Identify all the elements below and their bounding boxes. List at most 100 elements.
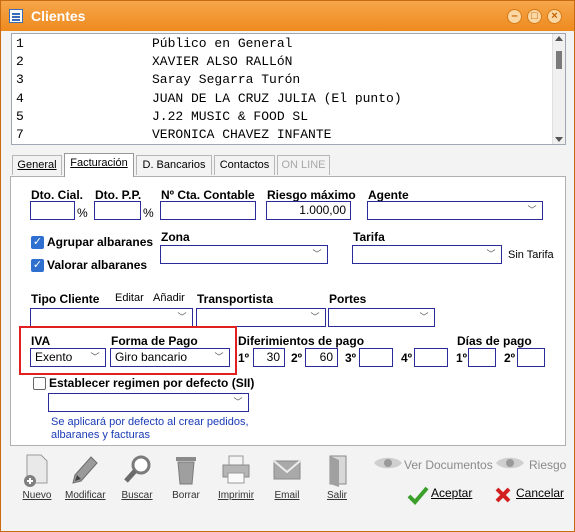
cross-icon [494,486,512,504]
dia-pago-1-input[interactable] [468,348,496,367]
regimen-sii-select[interactable]: ﹀ [48,393,249,412]
list-item[interactable]: 7 VERONICA CHAVEZ INFANTE [12,127,552,144]
zona-label: Zona [161,230,190,244]
scroll-down-arrow-icon[interactable] [555,137,563,142]
percent-sign: % [77,206,88,220]
cancelar-button[interactable]: Cancelar [516,486,564,500]
agente-select[interactable]: ﹀ [367,201,543,220]
tab-datos-bancarios[interactable]: D. Bancarios [136,155,212,175]
title-bar[interactable]: Clientes – □ × [1,1,574,31]
tipo-cliente-select[interactable]: ﹀ [30,308,193,327]
buscar-label: Buscar [121,490,153,501]
cta-contable-input[interactable] [160,201,256,220]
magnifier-icon [121,453,153,487]
borrar-button[interactable]: Borrar [166,453,206,501]
client-number: 2 [16,54,24,69]
diferimiento-1-input[interactable]: 30 [253,348,285,367]
aceptar-button[interactable]: Aceptar [431,486,472,500]
riesgo-maximo-label: Riesgo máximo [267,188,356,202]
trash-icon [170,453,202,487]
dto-pp-label: Dto. P.P. [95,188,142,202]
clients-list[interactable]: 1 Público en General 2 XAVIER ALSO RALLó… [11,33,566,145]
clientes-window: Clientes – □ × 1 Público en General 2 XA… [0,0,575,532]
aceptar-label: Aceptar [431,486,473,500]
agente-label: Agente [368,188,409,202]
ver-documentos-eye-icon [373,454,403,472]
email-label: Email [274,490,300,501]
riesgo-button[interactable]: Riesgo [529,458,566,472]
scroll-thumb[interactable] [556,51,562,69]
buscar-button[interactable]: Buscar [117,453,157,501]
chevron-down-icon: ﹀ [233,397,243,407]
client-name: JUAN DE LA CRUZ JULIA (El punto) [152,91,402,106]
list-item[interactable]: 4 JUAN DE LA CRUZ JULIA (El punto) [12,91,552,109]
sin-tarifa-label: Sin Tarifa [508,249,554,261]
note-line-1: Se aplicará por defecto al crear pedidos… [51,416,249,428]
dif3-label: 3º [345,351,357,365]
door-icon [321,453,353,487]
salir-button[interactable]: Salir [317,453,357,501]
regimen-note: Se aplicará por defecto al crear pedidos… [51,416,249,442]
transportista-select[interactable]: ﹀ [196,308,326,327]
anadir-link[interactable]: Añadir [153,292,185,304]
client-number: 3 [16,72,24,87]
list-item[interactable]: 5 J.22 MUSIC & FOOD SL [12,109,552,127]
list-scrollbar[interactable] [552,34,565,144]
portes-label: Portes [329,292,367,306]
chevron-down-icon: ﹀ [90,352,100,362]
note-line-2: albaranes y facturas [51,429,151,441]
client-name: Saray Segarra Turón [152,72,301,87]
dia1-label: 1º [456,351,468,365]
tarifa-label: Tarifa [353,230,385,244]
close-button[interactable]: × [547,9,562,24]
dif1-label: 1º [238,351,250,365]
ver-documentos-button[interactable]: Ver Documentos [404,458,493,472]
iva-select[interactable]: Exento ﹀ [30,348,106,367]
cancelar-label: Cancelar [516,486,565,500]
chevron-down-icon: ﹀ [527,205,537,215]
portes-select[interactable]: ﹀ [328,308,435,327]
tab-contactos[interactable]: Contactos [214,155,275,175]
client-name: J.22 MUSIC & FOOD SL [152,109,309,124]
app-icon [9,9,23,23]
nuevo-button[interactable]: Nuevo [17,453,57,501]
email-button[interactable]: Email [267,453,307,501]
tab-facturacion[interactable]: Facturación [64,153,134,177]
diferimiento-3-input[interactable] [359,348,393,367]
tab-general[interactable]: General [12,155,62,175]
valorar-albaranes-checkbox[interactable]: ✓ [31,259,44,272]
list-item[interactable]: 1 Público en General [12,36,552,54]
tarifa-select[interactable]: ﹀ [352,245,502,264]
client-number: 7 [16,127,24,142]
new-doc-icon [21,453,53,487]
diferimiento-2-input[interactable]: 60 [305,348,338,367]
list-item[interactable]: 3 Saray Segarra Turón [12,72,552,90]
forma-pago-select[interactable]: Giro bancario ﹀ [110,348,230,367]
client-number: 5 [16,109,24,124]
editar-link[interactable]: Editar [115,292,144,304]
list-item[interactable]: 2 XAVIER ALSO RALLóN [12,54,552,72]
maximize-button[interactable]: □ [527,9,542,24]
agrupar-albaranes-label: Agrupar albaranes [47,235,154,249]
chevron-down-icon: ﹀ [177,312,187,322]
transportista-label: Transportista [197,292,274,306]
diferimientos-label: Diferimientos de pago [238,334,365,348]
check-icon [407,485,429,505]
agrupar-albaranes-checkbox[interactable]: ✓ [31,236,44,249]
nuevo-label: Nuevo [22,490,52,501]
zona-select[interactable]: ﹀ [160,245,328,264]
regimen-sii-label: Establecer regimen por defecto (SII) [49,376,255,390]
diferimiento-4-input[interactable] [414,348,448,367]
dto-pp-input[interactable] [94,201,141,220]
minimize-button[interactable]: – [507,9,522,24]
riesgo-maximo-input[interactable]: 1.000,00 [266,201,351,220]
imprimir-button[interactable]: Imprimir [216,453,256,501]
scroll-up-arrow-icon[interactable] [555,36,563,41]
regimen-sii-checkbox[interactable] [33,377,46,390]
dia-pago-2-input[interactable] [517,348,545,367]
chevron-down-icon: ﹀ [310,312,320,322]
iva-value: Exento [35,350,73,364]
dif2-label: 2º [291,351,303,365]
modificar-button[interactable]: Modificar [65,453,106,501]
dto-cial-input[interactable] [30,201,75,220]
